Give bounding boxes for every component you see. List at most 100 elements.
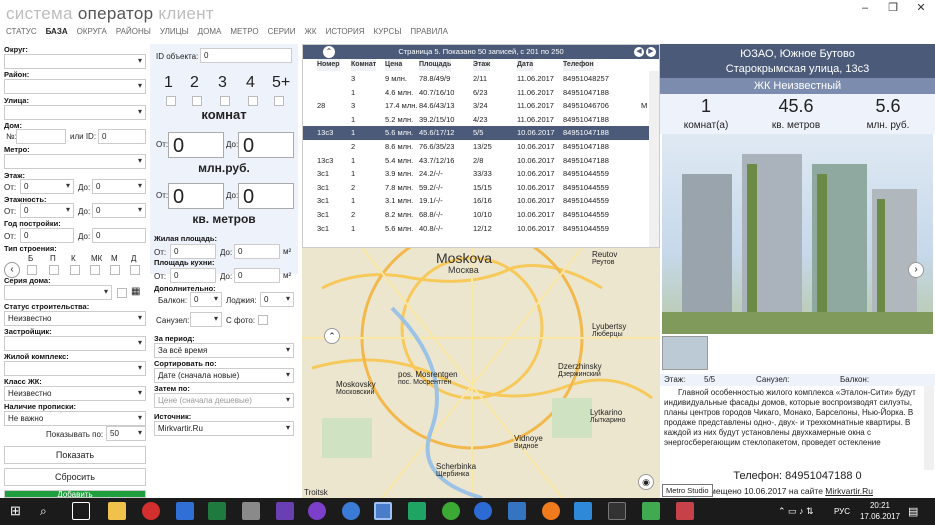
column-header[interactable]: Телефон (563, 59, 594, 71)
okrug-select[interactable] (4, 54, 146, 69)
menu-item[interactable]: ИСТОРИЯ (326, 27, 365, 36)
app-icon[interactable] (408, 502, 426, 520)
notifications-icon[interactable]: ▤ (908, 505, 918, 518)
rooms-option-checkbox[interactable] (192, 96, 202, 106)
table-row[interactable]: 13с3 1 5.4 млн. 43.7/12/16 2/8 10.06.2017 8495… (303, 154, 649, 168)
word-icon[interactable] (176, 502, 194, 520)
etazh-from-select[interactable]: 0 (20, 179, 74, 194)
then-select[interactable]: Цене (сначала дешевые) (154, 393, 294, 408)
tip-option-checkbox[interactable] (27, 265, 37, 275)
zhk-select[interactable] (4, 361, 146, 376)
tip-option-checkbox[interactable] (70, 265, 80, 275)
rooms-option-checkbox[interactable] (248, 96, 258, 106)
menu-item[interactable]: ПРАВИЛА (410, 27, 448, 36)
app-icon[interactable] (642, 502, 660, 520)
menu-item[interactable]: РАЙОНЫ (116, 27, 151, 36)
table-row[interactable]: 3с1 1 3.1 млн. 19.1/-/- 16/16 10.06.2017 84951… (303, 194, 649, 208)
balcony-select[interactable]: 0 (190, 292, 222, 307)
app-icon[interactable] (442, 502, 460, 520)
search-icon[interactable]: ⌕ (40, 502, 58, 520)
language-indicator[interactable]: РУС (834, 507, 850, 516)
table-row[interactable]: 2 8.6 млн. 76.6/35/23 13/25 10.06.2017 849510… (303, 140, 649, 154)
app-icon[interactable] (676, 502, 694, 520)
rooms-option-checkbox[interactable] (220, 96, 230, 106)
rooms-option-checkbox[interactable] (166, 96, 176, 106)
menu-item[interactable]: КУРСЫ (373, 27, 401, 36)
table-row[interactable]: 3 9 млн. 78.8/49/9 2/11 11.06.2017 8495104825… (303, 72, 649, 86)
menu-item[interactable]: ДОМА (198, 27, 222, 36)
column-header[interactable]: Номер (317, 59, 340, 71)
god-from-input[interactable]: 0 (20, 228, 74, 243)
close-button[interactable]: ✕ (907, 0, 935, 18)
house-number-input[interactable] (16, 129, 66, 144)
menu-item[interactable]: ОКРУГА (77, 27, 107, 36)
photo-checkbox[interactable] (258, 315, 268, 325)
opera-icon[interactable] (142, 502, 160, 520)
next-photo-icon[interactable]: › (908, 262, 924, 278)
area-from-input[interactable]: 0 (168, 183, 224, 209)
reset-button[interactable]: Сбросить (4, 468, 146, 486)
zastr-select[interactable] (4, 336, 146, 351)
app-icon[interactable] (474, 502, 492, 520)
show-button[interactable]: Показать (4, 446, 146, 464)
app-icon[interactable] (342, 502, 360, 520)
live-area-from-input[interactable]: 0 (170, 244, 216, 259)
minimize-button[interactable]: – (851, 0, 879, 18)
column-header[interactable]: Цена (385, 59, 403, 71)
period-select[interactable]: За всё время (154, 343, 294, 358)
explorer-icon[interactable] (108, 502, 126, 520)
area-to-input[interactable]: 0 (238, 183, 294, 209)
source-select[interactable]: Mirkvartir.Ru (154, 421, 294, 436)
sanuzel-select[interactable] (190, 312, 222, 327)
prev-page-icon[interactable]: ◀ (634, 47, 644, 57)
column-header[interactable]: Площадь (419, 59, 452, 71)
kitchen-area-to-input[interactable]: 0 (234, 268, 280, 283)
map-collapse-icon[interactable]: ⌃ (324, 328, 340, 344)
visual-studio-icon[interactable] (276, 502, 294, 520)
mp-icon[interactable] (508, 502, 526, 520)
tip-option-checkbox[interactable] (49, 265, 59, 275)
etazh-to-select[interactable]: 0 (92, 179, 146, 194)
object-id-input[interactable]: 0 (200, 48, 292, 63)
etazhnost-from-select[interactable]: 0 (20, 203, 74, 218)
rooms-option-checkbox[interactable] (274, 96, 284, 106)
price-to-input[interactable]: 0 (238, 132, 294, 158)
app-icon[interactable] (242, 502, 260, 520)
price-from-input[interactable]: 0 (168, 132, 224, 158)
firefox-icon[interactable] (542, 502, 560, 520)
tip-option-checkbox[interactable] (130, 265, 140, 275)
next-page-icon[interactable]: ▶ (646, 47, 656, 57)
metro-select[interactable] (4, 154, 146, 169)
menu-item[interactable]: СЕРИИ (268, 27, 296, 36)
map-view[interactable]: Moskova Москва Reutov Реутов Lyubertsy Л… (302, 248, 660, 498)
table-row[interactable]: 13с3 1 5.6 млн. 45.6/17/12 5/5 10.06.2017 8495… (303, 126, 649, 140)
column-header[interactable]: Этаж (473, 59, 491, 71)
etazhnost-to-select[interactable]: 0 (92, 203, 146, 218)
active-app-icon[interactable] (374, 502, 392, 520)
menu-item[interactable]: БАЗА (46, 27, 68, 36)
menu-item[interactable]: МЕТРО (230, 27, 258, 36)
propiska-select[interactable]: Не важно (4, 411, 146, 426)
building-icon[interactable]: ▦ (131, 286, 140, 297)
table-row[interactable]: 28 3 17.4 млн. 84.6/43/13 3/24 11.06.2017 8495… (303, 99, 649, 113)
description-scrollbar[interactable] (924, 386, 934, 470)
menu-item[interactable]: ЖК (305, 27, 317, 36)
klass-select[interactable]: Неизвестно (4, 386, 146, 401)
seria-select[interactable] (4, 285, 112, 300)
clock-time[interactable]: 20:21 (860, 501, 900, 510)
table-row[interactable]: 1 4.6 млн. 40.7/16/10 6/23 11.06.2017 8495104… (303, 86, 649, 100)
source-link[interactable]: Mirkvartir.Ru (825, 486, 873, 496)
column-header[interactable]: Дата (517, 59, 534, 71)
loggia-select[interactable]: 0 (260, 292, 294, 307)
table-row[interactable]: 3с1 1 5.6 млн. 40.8/-/- 12/12 10.06.2017 84951… (303, 222, 649, 236)
menu-item[interactable]: УЛИЦЫ (160, 27, 189, 36)
tip-option-checkbox[interactable] (110, 265, 120, 275)
table-row[interactable]: 3с1 2 7.8 млн. 59.2/-/- 15/15 10.06.2017 84951… (303, 181, 649, 195)
column-header[interactable]: Комнат (351, 59, 377, 71)
maximize-button[interactable]: ❐ (879, 0, 907, 18)
table-row[interactable]: 1 5.2 млн. 39.2/15/10 4/23 11.06.2017 8495104… (303, 113, 649, 127)
tray-icons[interactable]: ⌃ ▭ ♪ ⇅ (778, 506, 814, 517)
property-photo[interactable] (662, 134, 933, 334)
live-area-to-input[interactable]: 0 (234, 244, 280, 259)
clock-date[interactable]: 17.06.2017 (856, 512, 904, 521)
